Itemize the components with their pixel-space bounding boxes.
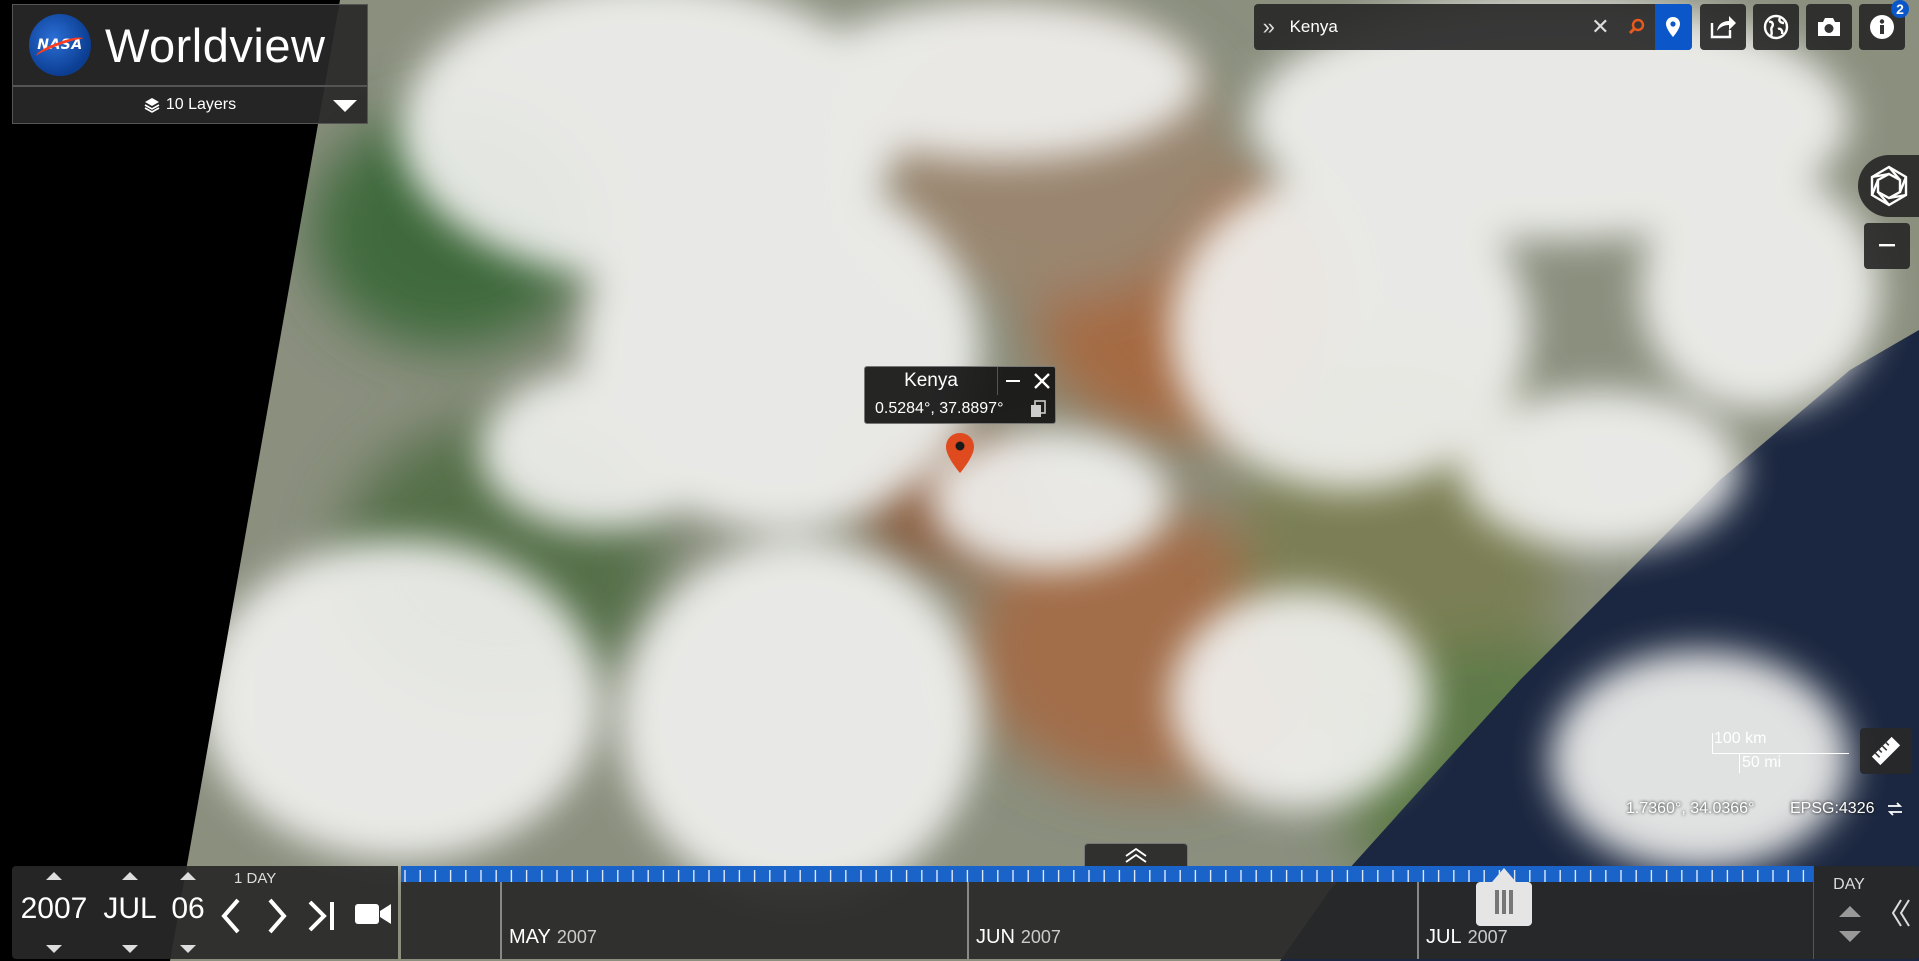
info-button[interactable]: 2	[1859, 0, 1909, 50]
timeline-expand-button[interactable]	[1084, 843, 1188, 866]
scale-bar: 100 km 50 mi	[1712, 730, 1852, 776]
month-down-arrow-icon[interactable]	[122, 945, 138, 953]
layers-count-label: 10 Layers	[165, 96, 237, 113]
previous-day-icon[interactable]	[216, 896, 244, 936]
double-chevron-left-icon	[1891, 898, 1910, 927]
month-name: JUL	[1426, 926, 1462, 948]
copy-icon[interactable]	[1030, 400, 1046, 418]
timeline-tick-band[interactable]	[401, 866, 1813, 882]
camera-icon	[1818, 18, 1840, 36]
minus-icon	[1879, 244, 1895, 247]
popup-coordinates: 0.5284°, 37.8897°	[875, 400, 1004, 417]
info-icon	[1870, 15, 1894, 39]
timeline-zoom-selector: DAY	[1813, 866, 1884, 959]
snapshot-button[interactable]	[1806, 4, 1852, 50]
place-marker-icon[interactable]	[1654, 4, 1692, 50]
date-selector: 2007 JUL 06 1 DAY	[12, 866, 398, 959]
zoom-level-up-icon[interactable]	[1839, 906, 1861, 917]
timeline-collapse-button[interactable]	[1883, 866, 1919, 959]
ruler-icon	[1871, 736, 1901, 766]
month-year: 2007	[556, 927, 597, 947]
search-icon[interactable]	[1619, 4, 1655, 50]
timeline-zoom-level[interactable]: DAY	[1814, 876, 1884, 894]
interval-label[interactable]: 1 DAY	[234, 870, 276, 887]
zoom-out-button[interactable]	[1864, 223, 1910, 269]
year-up-arrow-icon[interactable]	[46, 872, 62, 880]
share-button[interactable]	[1700, 4, 1746, 50]
location-popup: Kenya 0.5284°, 37.8897°	[864, 366, 1056, 424]
close-popup-button[interactable]	[1027, 367, 1057, 395]
minimize-icon	[1006, 379, 1020, 382]
month-divider	[500, 882, 502, 959]
video-camera-icon[interactable]	[354, 900, 392, 928]
month-up-arrow-icon[interactable]	[122, 872, 138, 880]
day-value[interactable]: 06	[164, 892, 212, 926]
popup-title: Kenya	[904, 370, 958, 391]
close-icon	[1034, 373, 1050, 389]
month-label-may: MAY 2007	[509, 926, 597, 949]
globe-icon	[1763, 14, 1789, 40]
double-chevron-up-icon	[1125, 847, 1147, 863]
collapse-arrow-icon[interactable]	[333, 100, 357, 112]
next-day-icon[interactable]	[264, 896, 292, 936]
minimize-popup-button[interactable]	[997, 367, 1028, 395]
projection-code[interactable]: EPSG:4326	[1790, 800, 1875, 818]
layers-toggle-button[interactable]: 10 Layers	[12, 86, 368, 124]
month-year: 2007	[1467, 927, 1508, 947]
timeline-track[interactable]: MAY 2007 JUN 2007 JUL 2007	[401, 866, 1813, 959]
jump-to-latest-icon[interactable]	[306, 896, 338, 936]
month-divider	[1417, 882, 1419, 959]
month-name: JUN	[976, 926, 1015, 948]
scale-km-label: 100 km	[1714, 730, 1767, 747]
day-selector: 06	[164, 866, 212, 959]
layers-stack-icon	[144, 98, 160, 113]
month-selector: JUL	[96, 866, 164, 959]
clear-search-icon[interactable]: ✕	[1582, 4, 1619, 50]
brand-header: NASA Worldview	[12, 4, 368, 86]
collapse-search-icon[interactable]: »	[1254, 4, 1284, 50]
location-pin-icon[interactable]	[946, 433, 974, 473]
projection-button[interactable]	[1753, 4, 1799, 50]
month-label-jun: JUN 2007	[976, 926, 1061, 949]
notification-badge: 2	[1891, 0, 1909, 18]
measure-button[interactable]	[1860, 728, 1912, 774]
swap-format-icon[interactable]	[1886, 800, 1904, 818]
scale-line-mi	[1739, 753, 1740, 773]
search-input[interactable]	[1283, 12, 1582, 42]
month-label-jul: JUL 2007	[1426, 926, 1508, 949]
location-search: » ✕	[1254, 4, 1692, 50]
cursor-coordinates[interactable]: 1.7360°, 34.0366°	[1626, 800, 1754, 818]
nasa-logo[interactable]: NASA	[29, 14, 91, 76]
month-value[interactable]: JUL	[96, 892, 164, 926]
month-divider	[967, 882, 969, 959]
share-icon	[1710, 16, 1736, 39]
day-down-arrow-icon[interactable]	[180, 945, 196, 953]
zoom-in-icon	[1870, 165, 1907, 207]
zoom-level-down-icon[interactable]	[1839, 931, 1861, 942]
scale-mi-label: 50 mi	[1742, 754, 1782, 771]
year-value[interactable]: 2007	[14, 892, 94, 926]
timeline-drag-handle[interactable]	[1476, 868, 1532, 926]
zoom-in-button[interactable]	[1858, 155, 1919, 217]
day-up-arrow-icon[interactable]	[180, 872, 196, 880]
app-title: Worldview	[105, 18, 326, 72]
year-selector: 2007	[14, 866, 94, 959]
year-down-arrow-icon[interactable]	[46, 945, 62, 953]
month-year: 2007	[1020, 927, 1061, 947]
month-name: MAY	[509, 926, 551, 948]
